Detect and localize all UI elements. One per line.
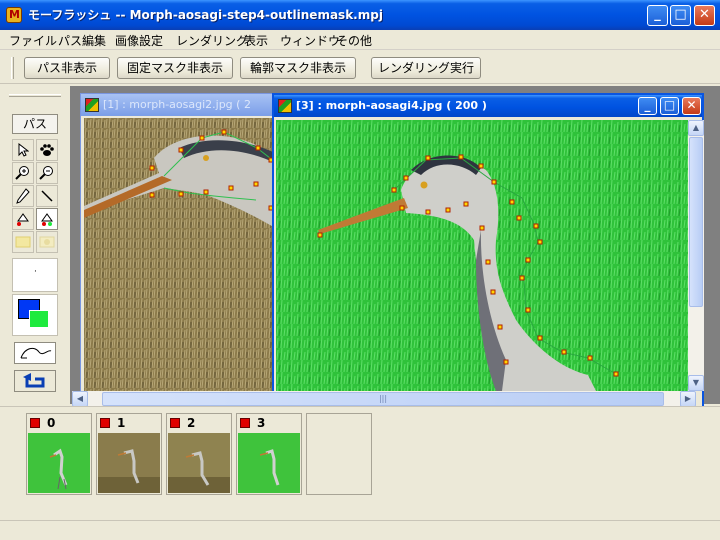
toolbar-grip[interactable]	[11, 57, 14, 79]
menu-bar: ファイル パス編集 画像設定 レンダリング 表示 ウィンドウ その他	[0, 30, 720, 50]
fill-remove-icon[interactable]	[36, 208, 58, 230]
frame-marker-icon[interactable]	[170, 418, 180, 428]
frame-3[interactable]: 3	[236, 413, 302, 495]
window-title: モーフラッシュ -- Morph-aosagi-step4-outlinemas…	[28, 8, 383, 22]
hide-path-button[interactable]: パス非表示	[24, 57, 110, 79]
arrow-icon[interactable]	[12, 139, 34, 161]
canvas-image1[interactable]	[84, 118, 275, 404]
line-icon[interactable]	[36, 185, 58, 207]
preview-well: ·	[12, 258, 58, 292]
frame-marker-icon[interactable]	[100, 418, 110, 428]
frame-marker-icon[interactable]	[30, 418, 40, 428]
undo-icon[interactable]	[14, 370, 56, 392]
scroll-left-icon[interactable]: ◀	[72, 391, 88, 407]
app-icon[interactable]	[6, 7, 22, 23]
pencil-icon[interactable]	[12, 185, 34, 207]
image-icon	[278, 99, 292, 113]
frame-empty-slot[interactable]	[306, 413, 372, 495]
frame-header: 2	[167, 414, 231, 432]
menu-other[interactable]: その他	[336, 32, 372, 49]
frame-thumbnail[interactable]	[28, 433, 90, 493]
fill-add-icon[interactable]	[12, 208, 34, 230]
close-button[interactable]: ✕	[694, 5, 715, 26]
frame-thumbnail[interactable]	[238, 433, 300, 493]
child-title-image1[interactable]: [1] : morph-aosagi2.jpg ( 2	[81, 94, 275, 116]
canvas-image3[interactable]	[276, 120, 688, 391]
hide-fixed-mask-button[interactable]: 固定マスク非表示	[117, 57, 233, 79]
vertical-scrollbar[interactable]: ▲ ▼	[688, 120, 704, 391]
frame-0[interactable]: 0	[26, 413, 92, 495]
minimize-button[interactable]: _	[647, 5, 668, 26]
maximize-button[interactable]: □	[670, 5, 691, 26]
frame-1[interactable]: 1	[96, 413, 162, 495]
frame-number: 0	[47, 416, 56, 430]
menu-file[interactable]: ファイル	[9, 32, 57, 49]
path-button[interactable]: パス	[12, 114, 58, 134]
hide-outline-mask-button[interactable]: 輪郭マスク非表示	[240, 57, 356, 79]
scroll-up-icon[interactable]: ▲	[688, 120, 704, 136]
frame-thumbnail[interactable]	[98, 433, 160, 493]
mask-b-icon[interactable]	[36, 231, 58, 253]
zoom-out-icon[interactable]	[36, 162, 58, 184]
color-well[interactable]	[12, 294, 58, 336]
vertical-scroll-thumb[interactable]	[689, 137, 703, 307]
child-close-button[interactable]: ✕	[682, 97, 701, 115]
preview-dot: ·	[34, 267, 37, 277]
menu-view[interactable]: 表示	[244, 32, 268, 49]
frame-thumbnail[interactable]	[168, 433, 230, 493]
tool-palette: パス ·	[0, 86, 70, 404]
mask-a-icon[interactable]	[12, 231, 34, 253]
frame-strip: 0 1 2 3	[0, 406, 720, 520]
toolbar: パス非表示 固定マスク非表示 輪郭マスク非表示 レンダリング実行	[0, 52, 720, 84]
horizontal-scrollbar[interactable]: ◀ ||| ▶	[72, 391, 696, 407]
outline-shape-button[interactable]	[14, 342, 56, 364]
horizontal-scroll-thumb[interactable]: |||	[102, 392, 664, 406]
status-bar	[0, 520, 720, 540]
window-titlebar: モーフラッシュ -- Morph-aosagi-step4-outlinemas…	[0, 0, 720, 30]
frame-header: 0	[27, 414, 91, 432]
scroll-right-icon[interactable]: ▶	[680, 391, 696, 407]
frame-2[interactable]: 2	[166, 413, 232, 495]
frame-number: 1	[117, 416, 126, 430]
menu-image-settings[interactable]: 画像設定	[115, 32, 163, 49]
background-color-swatch[interactable]	[29, 310, 49, 328]
child-maximize-button[interactable]: □	[660, 97, 679, 115]
menu-path-edit[interactable]: パス編集	[58, 32, 106, 49]
frame-marker-icon[interactable]	[240, 418, 250, 428]
render-run-button[interactable]: レンダリング実行	[371, 57, 481, 79]
image-icon	[85, 98, 99, 112]
frame-header: 3	[237, 414, 301, 432]
frame-header: 1	[97, 414, 161, 432]
scroll-down-icon[interactable]: ▼	[688, 375, 704, 391]
frame-number: 3	[257, 416, 266, 430]
palette-grip[interactable]	[9, 94, 61, 97]
child-minimize-button[interactable]: _	[638, 97, 657, 115]
menu-window[interactable]: ウィンドウ	[280, 32, 340, 49]
paw-icon[interactable]	[36, 139, 58, 161]
child-window-image1[interactable]: [1] : morph-aosagi2.jpg ( 2	[80, 93, 276, 404]
zoom-in-icon[interactable]	[12, 162, 34, 184]
menu-rendering[interactable]: レンダリング	[176, 32, 248, 49]
child-window-image3[interactable]: [3] : morph-aosagi4.jpg ( 200 ) _ □ ✕ ▲ …	[272, 93, 704, 411]
frame-number: 2	[187, 416, 196, 430]
